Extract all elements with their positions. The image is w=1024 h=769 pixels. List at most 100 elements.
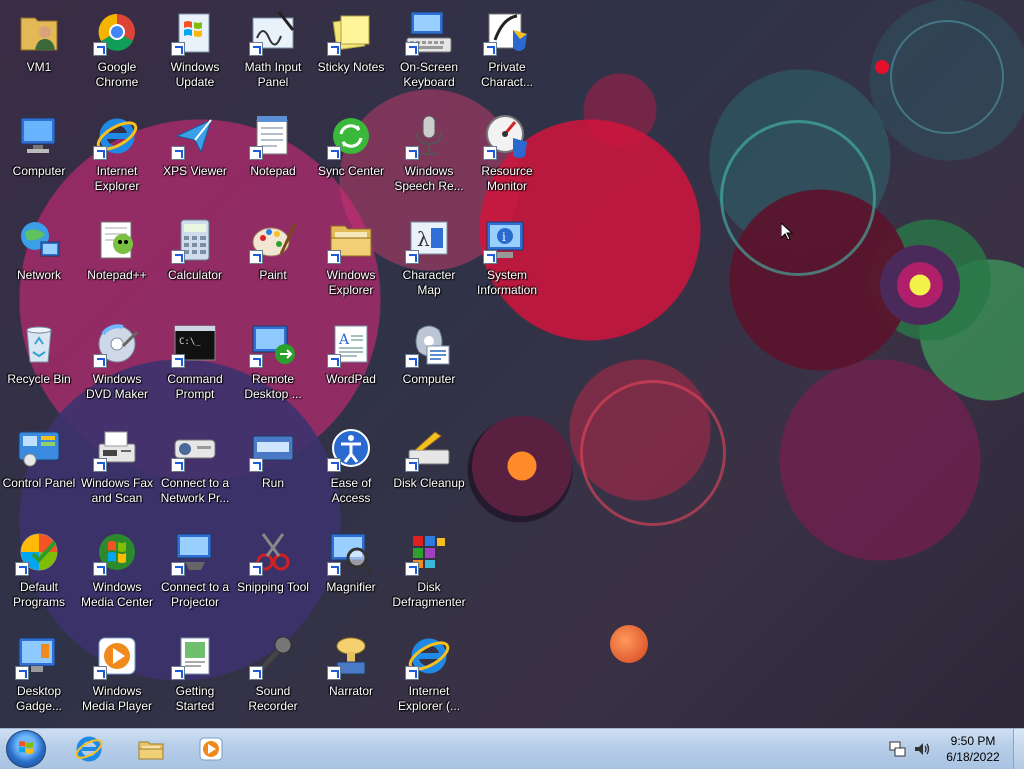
desktop-icon-computer[interactable]: Computer xyxy=(0,106,78,206)
shortcut-arrow-icon xyxy=(15,562,29,576)
desktop-icon-wordpad[interactable]: A WordPad xyxy=(312,314,390,414)
windows-explorer-icon xyxy=(327,216,375,264)
shortcut-arrow-icon xyxy=(93,146,107,160)
character-map-icon: λ xyxy=(405,216,453,264)
default-programs-icon xyxy=(15,528,63,576)
media-player-icon xyxy=(93,632,141,680)
desktop-icon-label: Default Programs xyxy=(12,580,65,609)
desktop-icon-notepad-plus-plus[interactable]: Notepad++ xyxy=(78,210,156,310)
wallpaper-ring xyxy=(580,380,726,526)
desktop-icon-remote-desktop[interactable]: Remote Desktop ... xyxy=(234,314,312,414)
desktop-icon-vm1[interactable]: VM1 xyxy=(0,2,78,102)
desktop-icon-calculator[interactable]: Calculator xyxy=(156,210,234,310)
desktop-icon-disk-cleanup[interactable]: Disk Cleanup xyxy=(390,418,468,518)
desktop-icon-notepad[interactable]: Notepad xyxy=(234,106,312,206)
taskbar-windows-explorer[interactable] xyxy=(124,733,178,765)
desktop-icon-default-programs[interactable]: Default Programs xyxy=(0,522,78,622)
desktop-icon-control-panel[interactable]: Control Panel xyxy=(0,418,78,518)
desktop-icon-label: Character Map xyxy=(402,268,456,297)
desktop-icon-connect-network-projector[interactable]: Connect to a Network Pr... xyxy=(156,418,234,518)
recycle-bin-icon xyxy=(15,320,63,368)
taskbar: 9:50 PM 6/18/2022 xyxy=(0,728,1024,769)
network-projector-icon xyxy=(171,424,219,472)
desktop-icon-windows-media-center[interactable]: Windows Media Center xyxy=(78,522,156,622)
desktop-icon-snipping-tool[interactable]: Snipping Tool xyxy=(234,522,312,622)
desktop-icon-disk-defragmenter[interactable]: Disk Defragmenter xyxy=(390,522,468,622)
shortcut-arrow-icon xyxy=(327,250,341,264)
internet-explorer-icon xyxy=(75,736,103,762)
desktop-icon-getting-started[interactable]: Getting Started xyxy=(156,626,234,726)
desktop-icon-computer-management[interactable]: Computer xyxy=(390,314,468,414)
network-tray-icon[interactable] xyxy=(889,740,907,758)
network-icon xyxy=(15,216,63,264)
desktop-icon-label: Computer xyxy=(12,164,66,178)
desktop-icon-sync-center[interactable]: Sync Center xyxy=(312,106,390,206)
desktop-icon-label: Sound Recorder xyxy=(248,684,298,713)
show-desktop-button[interactable] xyxy=(1013,729,1024,769)
desktop-icon-run[interactable]: Run xyxy=(234,418,312,518)
windows-start-orb-icon xyxy=(19,741,33,754)
windows-update-icon xyxy=(171,8,219,56)
shortcut-arrow-icon xyxy=(93,354,107,368)
desktop-icon-math-input-panel[interactable]: Math Input Panel xyxy=(234,2,312,102)
desktop-icon-sticky-notes[interactable]: Sticky Notes xyxy=(312,2,390,102)
shortcut-arrow-icon xyxy=(249,42,263,56)
resource-monitor-icon xyxy=(483,112,531,160)
taskbar-internet-explorer[interactable] xyxy=(62,733,116,765)
desktop-icon-desktop-gadgets[interactable]: Desktop Gadge... xyxy=(0,626,78,726)
magnifier-icon xyxy=(327,528,375,576)
taskbar-windows-media-player[interactable] xyxy=(184,733,238,765)
desktop-icon-google-chrome[interactable]: Google Chrome xyxy=(78,2,156,102)
start-button[interactable] xyxy=(6,730,46,768)
user-folder-icon xyxy=(15,8,63,56)
desktop-icon-windows-update[interactable]: Windows Update xyxy=(156,2,234,102)
desktop-icon-resource-monitor[interactable]: Resource Monitor xyxy=(468,106,546,206)
shortcut-arrow-icon xyxy=(327,562,341,576)
desktop-icon-sound-recorder[interactable]: Sound Recorder xyxy=(234,626,312,726)
desktop[interactable]: VM1 Computer Network Recycle Bin Control Pan… xyxy=(0,0,1024,728)
desktop-icon-windows-dvd-maker[interactable]: Windows DVD Maker xyxy=(78,314,156,414)
desktop-icon-label: Windows DVD Maker xyxy=(85,372,148,401)
shortcut-arrow-icon xyxy=(405,354,419,368)
run-icon xyxy=(249,424,297,472)
shortcut-arrow-icon xyxy=(327,666,341,680)
desktop-icon-paint[interactable]: Paint xyxy=(234,210,312,310)
volume-icon[interactable] xyxy=(913,740,931,758)
wallpaper-orb xyxy=(875,60,889,74)
shortcut-arrow-icon xyxy=(327,42,341,56)
desktop-icon-internet-explorer-64[interactable]: Internet Explorer (... xyxy=(390,626,468,726)
shortcut-arrow-icon xyxy=(171,146,185,160)
desktop-icon-xps-viewer[interactable]: XPS Viewer xyxy=(156,106,234,206)
desktop-icon-label: Network xyxy=(16,268,61,282)
desktop-icon-windows-explorer[interactable]: Windows Explorer xyxy=(312,210,390,310)
desktop-icon-command-prompt[interactable]: C:\_ Command Prompt xyxy=(156,314,234,414)
narrator-icon xyxy=(327,632,375,680)
desktop-icon-private-character-editor[interactable]: Private Charact... xyxy=(468,2,546,102)
desktop-icon-label: Remote Desktop ... xyxy=(244,372,302,401)
desktop-icon-label: Sync Center xyxy=(317,164,385,178)
desktop-icon-windows-speech-recognition[interactable]: Windows Speech Re... xyxy=(390,106,468,206)
desktop-icon-label: Connect to a Projector xyxy=(160,580,230,609)
desktop-icon-label: Windows Fax and Scan xyxy=(80,476,154,505)
desktop-icon-network[interactable]: Network xyxy=(0,210,78,310)
desktop-icon-label: Connect to a Network Pr... xyxy=(160,476,230,505)
system-clock[interactable]: 9:50 PM 6/18/2022 xyxy=(940,733,1006,765)
desktop-icon-on-screen-keyboard[interactable]: On-Screen Keyboard xyxy=(390,2,468,102)
media-player-icon xyxy=(199,737,223,761)
control-panel-icon xyxy=(15,424,63,472)
desktop-icon-windows-media-player[interactable]: Windows Media Player xyxy=(78,626,156,726)
desktop-icon-ease-of-access[interactable]: Ease of Access Center xyxy=(312,418,390,518)
desktop-icon-windows-fax-scan[interactable]: Windows Fax and Scan xyxy=(78,418,156,518)
shortcut-arrow-icon xyxy=(171,562,185,576)
shortcut-arrow-icon xyxy=(327,354,341,368)
desktop-icon-character-map[interactable]: λ Character Map xyxy=(390,210,468,310)
desktop-icon-internet-explorer[interactable]: Internet Explorer xyxy=(78,106,156,206)
desktop-icon-label: XPS Viewer xyxy=(163,164,227,178)
desktop-icon-system-information[interactable]: i System Information xyxy=(468,210,546,310)
shortcut-arrow-icon xyxy=(405,562,419,576)
desktop-icon-narrator[interactable]: Narrator xyxy=(312,626,390,726)
svg-text:C:\_: C:\_ xyxy=(179,337,201,347)
desktop-icon-magnifier[interactable]: Magnifier xyxy=(312,522,390,622)
desktop-icon-recycle-bin[interactable]: Recycle Bin xyxy=(0,314,78,414)
desktop-icon-connect-projector[interactable]: Connect to a Projector xyxy=(156,522,234,622)
